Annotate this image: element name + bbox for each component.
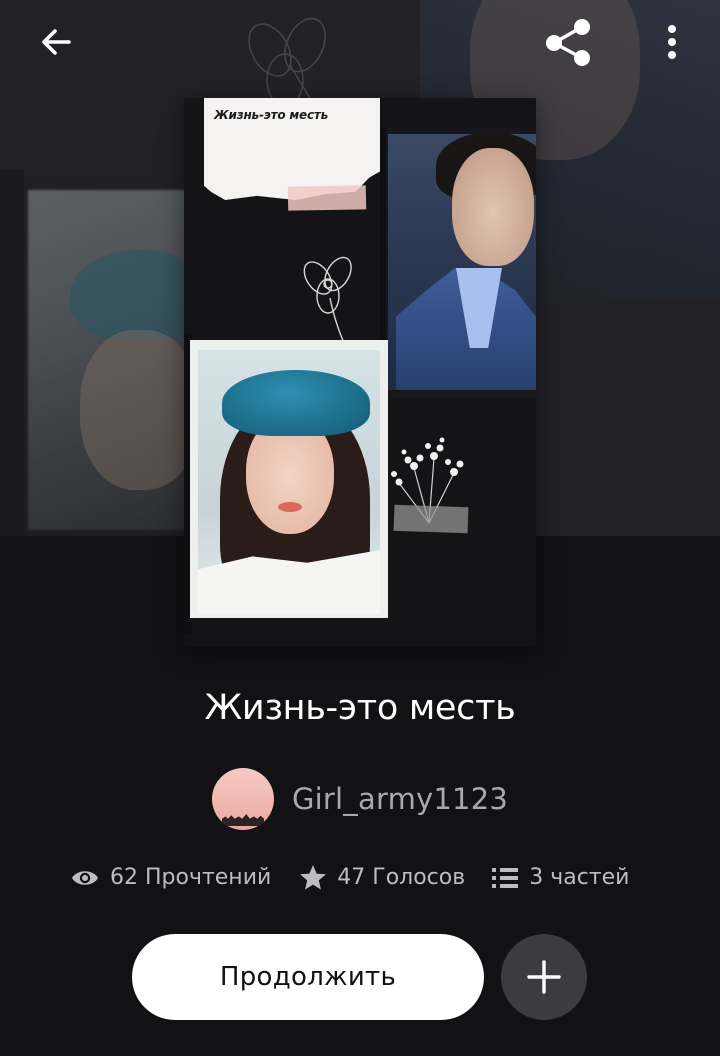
continue-reading-button[interactable]: Продолжить <box>132 934 484 1020</box>
list-icon <box>492 867 519 888</box>
plus-icon <box>527 960 561 994</box>
story-cover[interactable]: Жизнь-это месть <box>184 98 536 646</box>
avatar-silhouette <box>222 814 264 826</box>
author-link[interactable]: Girl_army1123 <box>212 768 508 830</box>
share-button[interactable] <box>540 14 596 70</box>
cover-pink-tape <box>287 185 367 211</box>
author-name[interactable]: Girl_army1123 <box>292 782 508 816</box>
more-vertical-icon <box>668 25 676 59</box>
continue-label: Продолжить <box>219 962 397 992</box>
reads-count: 62 Прочтений <box>110 865 272 890</box>
top-bar <box>0 0 720 84</box>
votes-count: 47 Голосов <box>337 865 466 890</box>
cover-note-text: Жизнь-это месть <box>214 108 329 122</box>
cover-boy-face <box>452 148 534 266</box>
more-options-button[interactable] <box>644 14 700 70</box>
star-icon <box>300 865 327 890</box>
back-button[interactable] <box>28 14 84 70</box>
arrow-left-icon <box>42 29 71 55</box>
votes-stat: 47 Голосов <box>299 864 465 891</box>
parts-stat: 3 частей <box>491 865 629 890</box>
cover-girl-beret <box>222 370 370 436</box>
share-icon <box>546 19 590 66</box>
parts-count: 3 частей <box>529 865 630 890</box>
author-avatar[interactable] <box>212 768 274 830</box>
eye-icon <box>72 870 98 885</box>
add-to-library-button[interactable] <box>501 934 587 1020</box>
cover-gray-tape <box>393 504 469 534</box>
story-stats: 62 Прочтений 47 Голосов 3 частей <box>70 864 670 891</box>
reads-stat: 62 Прочтений <box>70 865 271 890</box>
story-title: Жизнь-это месть <box>204 688 516 728</box>
cover-girl-lips <box>278 502 302 512</box>
